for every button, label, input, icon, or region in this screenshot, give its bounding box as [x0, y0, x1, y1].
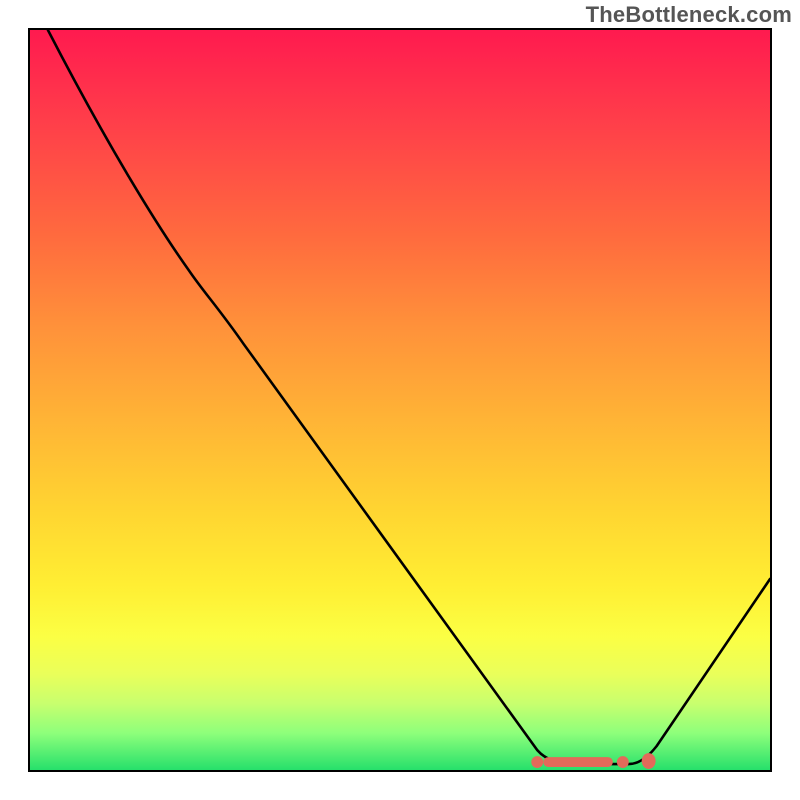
marker-dot-mid: [617, 756, 629, 768]
optimal-markers: [531, 753, 655, 769]
plot-area: [28, 28, 772, 772]
marker-bar: [543, 757, 613, 767]
marker-dot-left: [531, 756, 543, 768]
bottleneck-line: [48, 30, 770, 764]
bottleneck-curve: [30, 30, 770, 770]
chart-container: TheBottleneck.com: [0, 0, 800, 800]
marker-dot-right: [642, 753, 656, 769]
watermark-text: TheBottleneck.com: [586, 2, 792, 28]
